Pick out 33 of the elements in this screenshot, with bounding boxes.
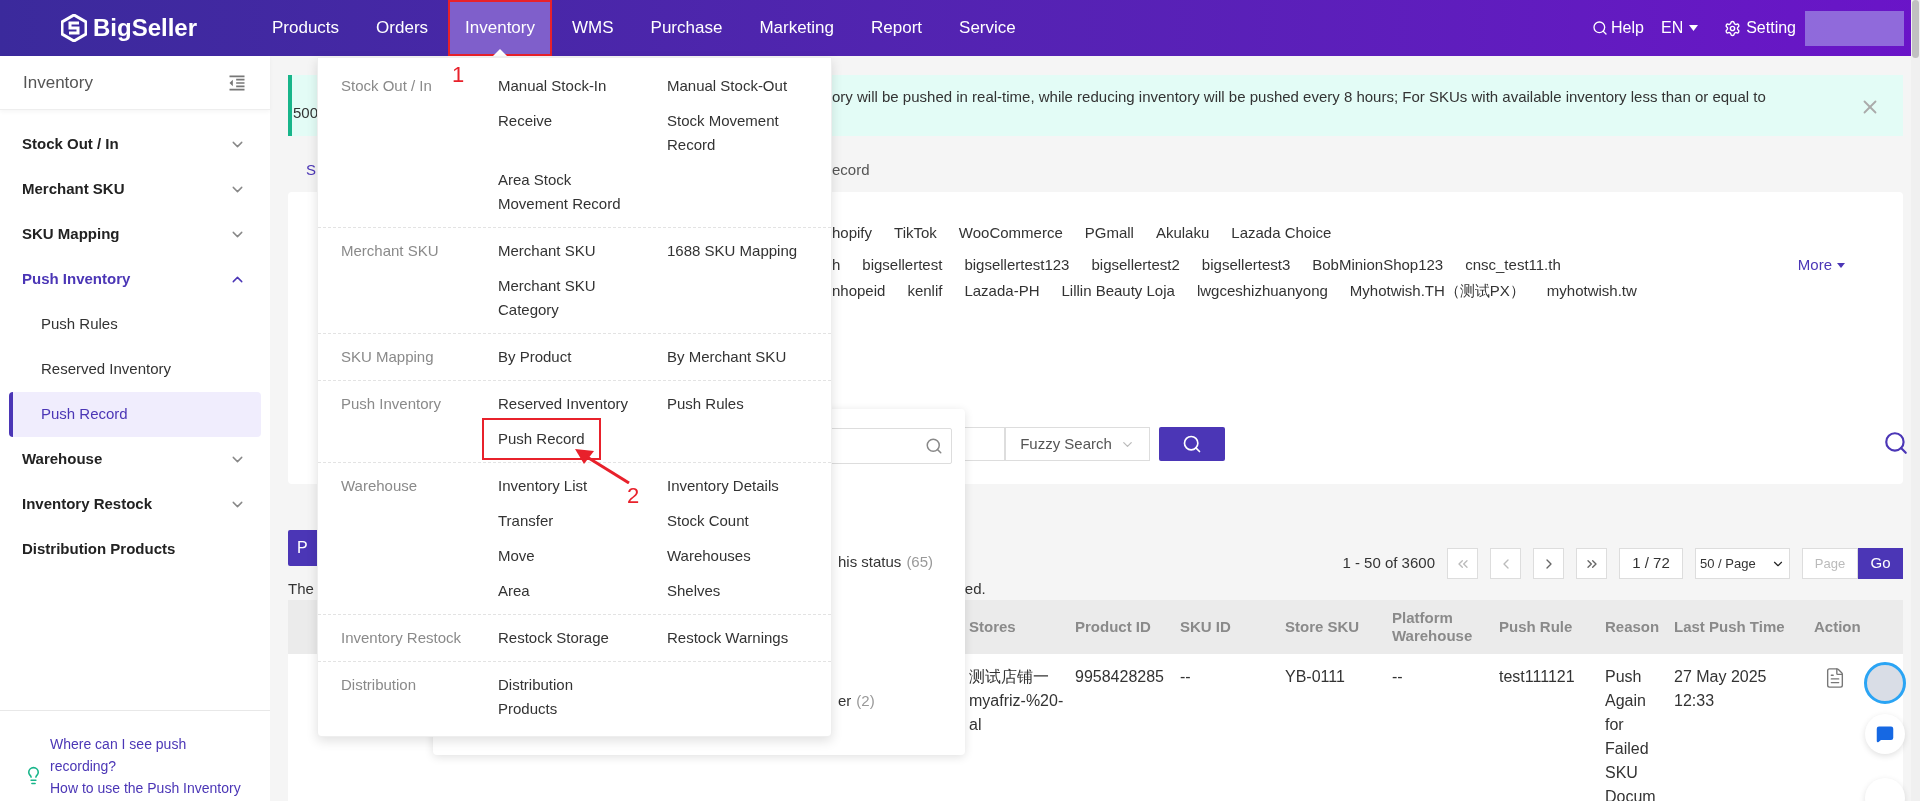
notice-text: ory will be pushed in real-time, while reducing inventory will be pushed every 8 hours; For SKUs with available inventory less than or equal to — [832, 88, 1766, 105]
annotation-number: 1 — [452, 63, 465, 87]
menu-group-label: Warehouse — [341, 477, 418, 494]
table-cell-text: 27 May 2025 12:33 — [1673, 667, 1768, 711]
page-indicator: 1 / 72 — [1619, 548, 1683, 579]
table-note: The — [288, 578, 314, 599]
column-header: Product ID — [1074, 618, 1152, 636]
column-header: Store SKU — [1284, 618, 1361, 636]
menu-group-label: Stock Out / In — [341, 77, 432, 94]
annotation-number: 2 — [627, 484, 640, 508]
table-cell-text: test111121 — [1498, 667, 1576, 687]
sidebar-title: Inventory — [23, 71, 93, 94]
column-header: Action — [1813, 618, 1862, 636]
table-cell-text: YB-0111 — [1284, 667, 1346, 687]
menu-group-label: Push Inventory — [341, 395, 442, 412]
table-cell-text: 9958428285 — [1074, 667, 1165, 687]
column-header: Platform Warehouse — [1391, 609, 1474, 645]
table-cell-text: -- — [1179, 667, 1192, 687]
notice-text: 500 — [293, 102, 319, 123]
logo-text: BigSeller — [93, 13, 198, 43]
column-header: Push Rule — [1498, 618, 1574, 636]
table-cell-text: -- — [1391, 667, 1404, 687]
column-header: Stores — [968, 618, 1017, 636]
range-text: 1 - 50 of 3600 — [1342, 553, 1435, 574]
table-note: ed. — [964, 578, 986, 599]
column-header: Last Push Time — [1673, 618, 1786, 636]
menu-group-label: Merchant SKU — [341, 242, 439, 259]
table-cell-text: 测试店铺一 myafriz-%20-al — [968, 667, 1065, 735]
menu-group-label: Inventory Restock — [341, 629, 462, 646]
column-header: SKU ID — [1179, 618, 1232, 636]
menu-group-label: Distribution — [341, 676, 417, 693]
column-header: Reason — [1604, 618, 1661, 636]
menu-group-label: SKU Mapping — [341, 348, 434, 365]
